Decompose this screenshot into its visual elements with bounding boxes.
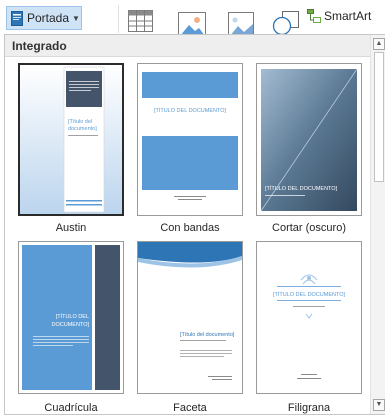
ribbon-strip: Portada ▼ SmartArt xyxy=(0,0,385,37)
faceta-thumbnail: [Título del documento] xyxy=(138,242,242,393)
cover-label-cuadricula: Cuadrícula xyxy=(44,402,98,414)
cover-label-cortar-oscuro: Cortar (oscuro) xyxy=(272,222,346,234)
scroll-down-icon[interactable]: ▼ xyxy=(373,399,385,411)
svg-text:[TÍTULO DEL: [TÍTULO DEL xyxy=(56,313,89,320)
svg-text:documento]: documento] xyxy=(68,126,97,132)
cover-page-button[interactable]: Portada ▼ xyxy=(6,6,82,30)
ribbon-separator xyxy=(118,5,119,33)
section-title: Integrado xyxy=(12,39,67,53)
svg-text:DOCUMENTO]: DOCUMENTO] xyxy=(52,322,90,328)
cover-label-austin: Austin xyxy=(55,222,87,234)
filigrana-thumbnail: [TÍTULO DEL DOCUMENTO] xyxy=(257,242,361,393)
scroll-up-icon[interactable]: ▲ xyxy=(373,38,385,50)
svg-text:[TÍTULO DEL DOCUMENTO]: [TÍTULO DEL DOCUMENTO] xyxy=(273,291,346,298)
cover-page-icon xyxy=(11,10,23,26)
table-icon[interactable] xyxy=(128,10,153,32)
svg-text:[Título del documento]: [Título del documento] xyxy=(180,332,235,338)
cover-tile-cuadricula[interactable]: [TÍTULO DEL DOCUMENTO] xyxy=(18,241,124,394)
smartart-label: SmartArt xyxy=(324,9,372,23)
con-bandas-thumbnail: [TÍTULO DEL DOCUMENTO] xyxy=(138,64,242,215)
cover-tile-filigrana[interactable]: [TÍTULO DEL DOCUMENTO] xyxy=(256,241,362,394)
scrollbar-thumb[interactable] xyxy=(374,52,384,182)
svg-text:[Título del: [Título del xyxy=(68,119,92,125)
cover-tile-cortar-oscuro[interactable]: [TÍTULO DEL DOCUMENTO] xyxy=(256,63,362,216)
gallery-section-header: Integrado xyxy=(5,35,370,57)
chevron-down-icon: ▼ xyxy=(72,13,80,23)
austin-thumbnail: [Título del documento] xyxy=(20,65,122,214)
smartart-icon xyxy=(307,9,321,23)
shapes-icon[interactable] xyxy=(272,8,300,36)
cover-label-filigrana: Filigrana xyxy=(287,402,331,414)
cortar-oscuro-thumbnail: [TÍTULO DEL DOCUMENTO] xyxy=(257,64,361,215)
cover-tile-con-bandas[interactable]: [TÍTULO DEL DOCUMENTO] xyxy=(137,63,243,216)
gallery-scrollbar[interactable]: ▲ ▼ xyxy=(370,35,385,414)
cover-label-faceta: Faceta xyxy=(173,402,207,414)
cover-page-label: Portada xyxy=(27,11,70,25)
cuadricula-thumbnail: [TÍTULO DEL DOCUMENTO] xyxy=(19,242,123,393)
svg-text:[TÍTULO DEL DOCUMENTO]: [TÍTULO DEL DOCUMENTO] xyxy=(265,185,338,192)
cover-page-gallery: Integrado [Título del documento] Austin xyxy=(4,34,385,415)
cover-tile-austin[interactable]: [Título del documento] xyxy=(18,63,124,216)
cover-tile-faceta[interactable]: [Título del documento] xyxy=(137,241,243,394)
smartart-button[interactable]: SmartArt xyxy=(307,9,371,23)
svg-text:[TÍTULO DEL DOCUMENTO]: [TÍTULO DEL DOCUMENTO] xyxy=(154,107,227,114)
cover-label-con-bandas: Con bandas xyxy=(160,222,220,234)
